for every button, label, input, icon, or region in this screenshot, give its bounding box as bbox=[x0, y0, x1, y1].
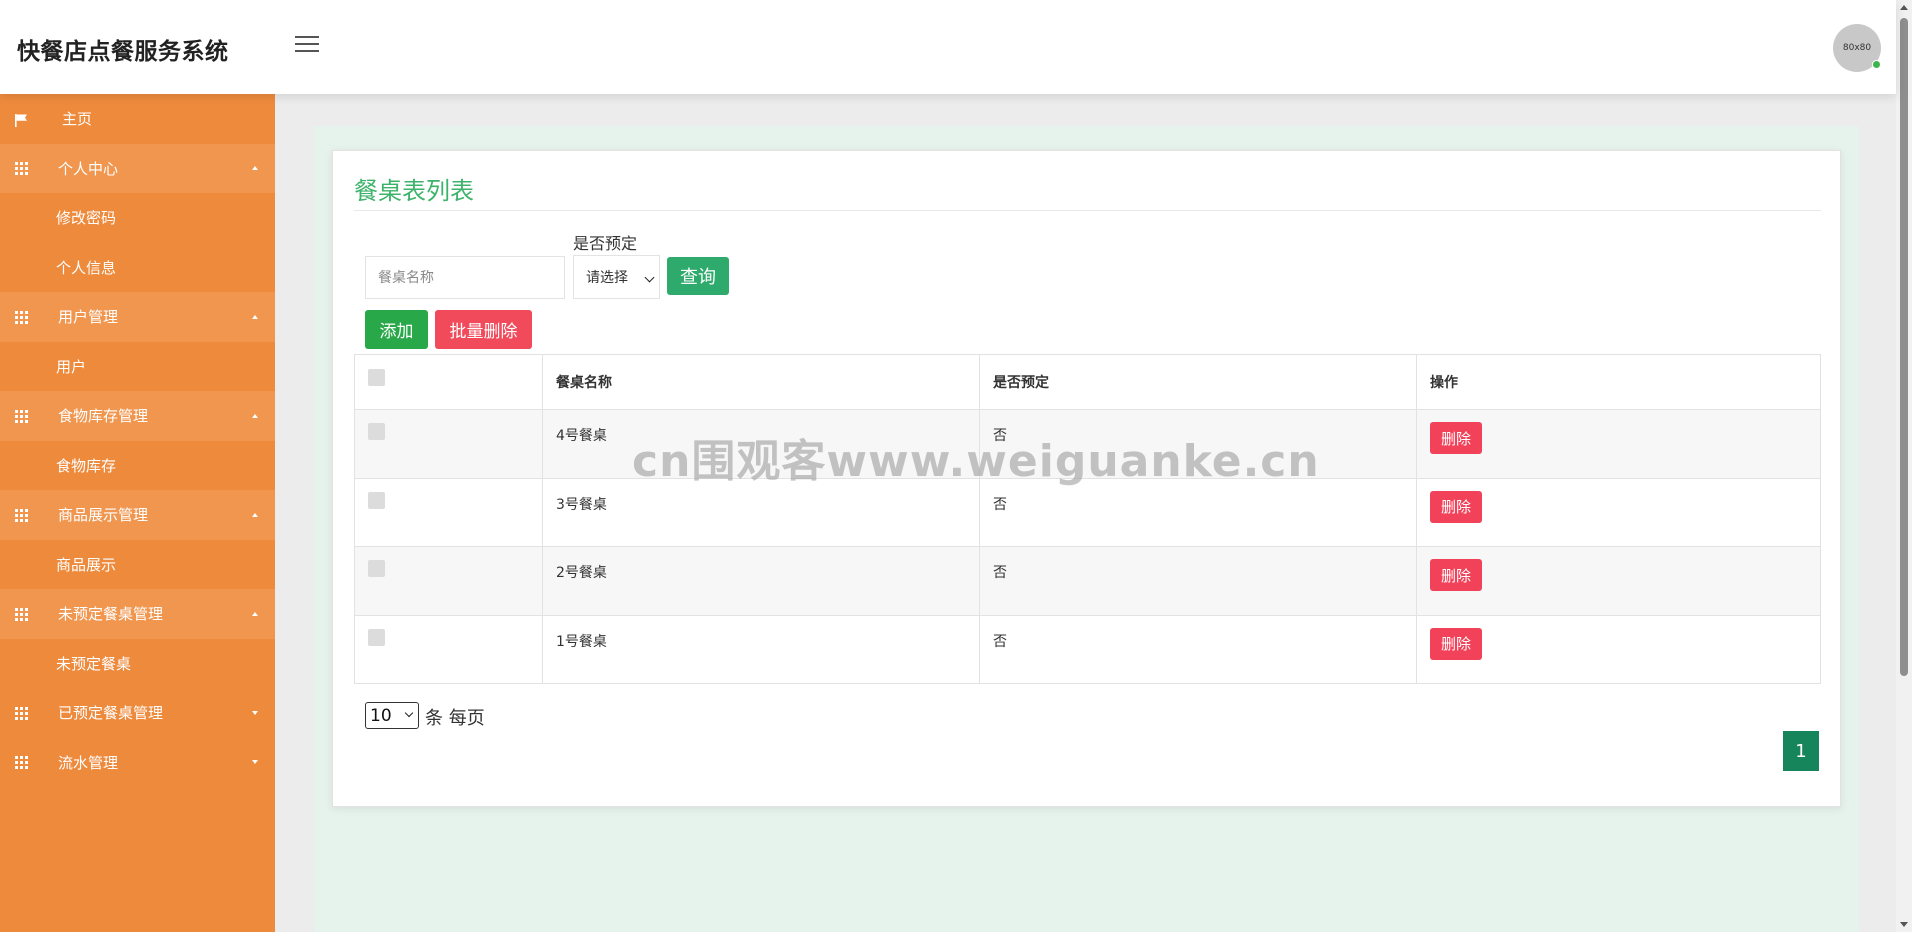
grid-icon bbox=[15, 310, 29, 324]
sidebar-item-label: 流水管理 bbox=[58, 753, 119, 772]
sidebar-item-8[interactable]: 商品展示管理 bbox=[0, 490, 275, 540]
column-header-name[interactable]: 餐桌名称 bbox=[542, 354, 980, 410]
scroll-up-arrow-icon[interactable] bbox=[1900, 5, 1908, 10]
chevron-up-icon bbox=[252, 512, 258, 517]
reserved-cell: 否 bbox=[979, 546, 1417, 616]
top-header: 快餐店点餐服务系统 80x80 bbox=[0, 0, 1896, 94]
query-button[interactable]: 查询 bbox=[667, 257, 729, 295]
actions-cell: 删除 bbox=[1416, 409, 1821, 479]
sidebar-item-label: 修改密码 bbox=[56, 209, 117, 228]
watermark: cn围观客www.weiguanke.cn bbox=[632, 436, 1320, 487]
chevron-down-icon bbox=[252, 710, 258, 715]
page-button-current[interactable]: 1 bbox=[1783, 731, 1819, 771]
menu-toggle-icon[interactable] bbox=[295, 36, 319, 56]
page-size-select[interactable]: 10 bbox=[365, 702, 419, 729]
select-all-checkbox[interactable] bbox=[368, 369, 385, 386]
table-name-search-input[interactable] bbox=[365, 256, 565, 299]
grid-icon bbox=[15, 706, 29, 720]
row-checkbox[interactable] bbox=[368, 423, 385, 440]
sidebar-item-1[interactable]: 个人中心 bbox=[0, 143, 275, 193]
add-button[interactable]: 添加 bbox=[365, 310, 428, 349]
page-title: 餐桌表列表 bbox=[354, 177, 474, 205]
sidebar-item-label: 食物库存管理 bbox=[58, 407, 149, 426]
sidebar-item-9[interactable]: 商品展示 bbox=[0, 540, 275, 590]
chevron-down-icon bbox=[252, 760, 258, 765]
scrollbar-thumb[interactable] bbox=[1900, 18, 1908, 676]
per-page-label: 条 每页 bbox=[425, 708, 485, 729]
flag-icon bbox=[15, 113, 29, 127]
app-title: 快餐店点餐服务系统 bbox=[17, 39, 229, 65]
table-row: 2号餐桌否删除 bbox=[354, 546, 1821, 616]
sidebar: 主页个人中心修改密码个人信息用户管理用户食物库存管理 食物库存商品展示管理 商品展示… bbox=[0, 94, 275, 932]
row-checkbox[interactable] bbox=[368, 560, 385, 577]
avatar[interactable]: 80x80 bbox=[1833, 24, 1881, 72]
grid-icon bbox=[15, 607, 29, 621]
sidebar-item-label: 个人信息 bbox=[56, 258, 117, 277]
reserve-filter-value: 请选择 bbox=[586, 270, 628, 286]
sidebar-item-label: 用户管理 bbox=[58, 308, 119, 327]
chevron-up-icon bbox=[252, 314, 258, 319]
chevron-up-icon bbox=[252, 413, 258, 418]
column-header-reserved[interactable]: 是否预定 bbox=[979, 354, 1417, 410]
online-status-dot bbox=[1872, 60, 1881, 69]
delete-button[interactable]: 删除 bbox=[1430, 559, 1482, 591]
sidebar-item-label: 未预定餐桌 bbox=[56, 654, 132, 673]
column-header-actions: 操作 bbox=[1416, 354, 1821, 410]
sidebar-item-0[interactable]: 主页 bbox=[0, 94, 275, 144]
batch-delete-button[interactable]: 批量删除 bbox=[435, 310, 532, 349]
page-size-value: 10 bbox=[370, 705, 392, 726]
sidebar-item-label: 食物库存 bbox=[56, 456, 117, 475]
chevron-down-icon bbox=[404, 708, 414, 718]
avatar-placeholder-text: 80x80 bbox=[1842, 43, 1872, 53]
row-select-cell bbox=[354, 477, 543, 547]
sidebar-item-3[interactable]: 个人信息 bbox=[0, 243, 275, 293]
sidebar-item-13[interactable]: 流水管理 bbox=[0, 738, 275, 788]
sidebar-item-label: 商品展示管理 bbox=[58, 506, 149, 525]
chevron-down-icon bbox=[644, 272, 655, 283]
actions-cell: 删除 bbox=[1416, 546, 1821, 616]
reserve-filter-label: 是否预定 bbox=[573, 234, 638, 253]
row-select-cell bbox=[354, 409, 543, 479]
row-checkbox[interactable] bbox=[368, 628, 385, 646]
table-name-cell: 1号餐桌 bbox=[542, 614, 980, 684]
row-checkbox[interactable] bbox=[368, 491, 385, 509]
grid-icon bbox=[15, 756, 29, 770]
sidebar-item-10[interactable]: 未预定餐桌管理 bbox=[0, 589, 275, 639]
sidebar-item-2[interactable]: 修改密码 bbox=[0, 193, 275, 243]
grid-icon bbox=[15, 409, 29, 423]
vertical-scrollbar[interactable] bbox=[1896, 0, 1912, 932]
sidebar-item-label: 已预定餐桌管理 bbox=[58, 704, 164, 723]
table-row: 1号餐桌否删除 bbox=[354, 614, 1821, 684]
table-header-row: 餐桌名称 是否预定 操作 bbox=[354, 354, 1821, 410]
delete-button[interactable]: 删除 bbox=[1430, 422, 1482, 454]
delete-button[interactable]: 删除 bbox=[1430, 627, 1482, 660]
scroll-down-arrow-icon[interactable] bbox=[1900, 922, 1908, 927]
row-select-cell bbox=[354, 614, 543, 684]
sidebar-item-4[interactable]: 用户管理 bbox=[0, 292, 275, 342]
sidebar-item-label: 商品展示 bbox=[56, 555, 117, 574]
sidebar-item-6[interactable]: 食物库存管理 bbox=[0, 391, 275, 441]
actions-cell: 删除 bbox=[1416, 477, 1821, 547]
sidebar-item-11[interactable]: 未预定餐桌 bbox=[0, 639, 275, 689]
divider bbox=[354, 210, 1821, 211]
delete-button[interactable]: 删除 bbox=[1430, 490, 1482, 523]
chevron-up-icon bbox=[252, 611, 258, 616]
grid-icon bbox=[15, 162, 29, 176]
tables-list: 餐桌名称 是否预定 操作 4号餐桌否删除 3号餐桌否删除 2号餐桌否删除 1号餐桌否删… bbox=[354, 354, 1821, 684]
sidebar-item-label: 未预定餐桌管理 bbox=[58, 605, 164, 624]
sidebar-item-7[interactable]: 食物库存 bbox=[0, 441, 275, 491]
reserved-cell: 否 bbox=[979, 614, 1417, 684]
sidebar-item-label: 个人中心 bbox=[58, 159, 119, 178]
table-name-cell: 2号餐桌 bbox=[542, 546, 980, 616]
row-select-cell bbox=[354, 546, 543, 616]
sidebar-item-label: 主页 bbox=[62, 110, 93, 129]
grid-icon bbox=[15, 508, 29, 522]
select-all-cell bbox=[354, 354, 543, 410]
chevron-up-icon bbox=[252, 166, 258, 171]
reserve-filter-select[interactable]: 请选择 bbox=[573, 255, 660, 299]
sidebar-item-label: 用户 bbox=[56, 357, 87, 376]
sidebar-item-5[interactable]: 用户 bbox=[0, 342, 275, 392]
actions-cell: 删除 bbox=[1416, 614, 1821, 684]
sidebar-item-12[interactable]: 已预定餐桌管理 bbox=[0, 688, 275, 738]
